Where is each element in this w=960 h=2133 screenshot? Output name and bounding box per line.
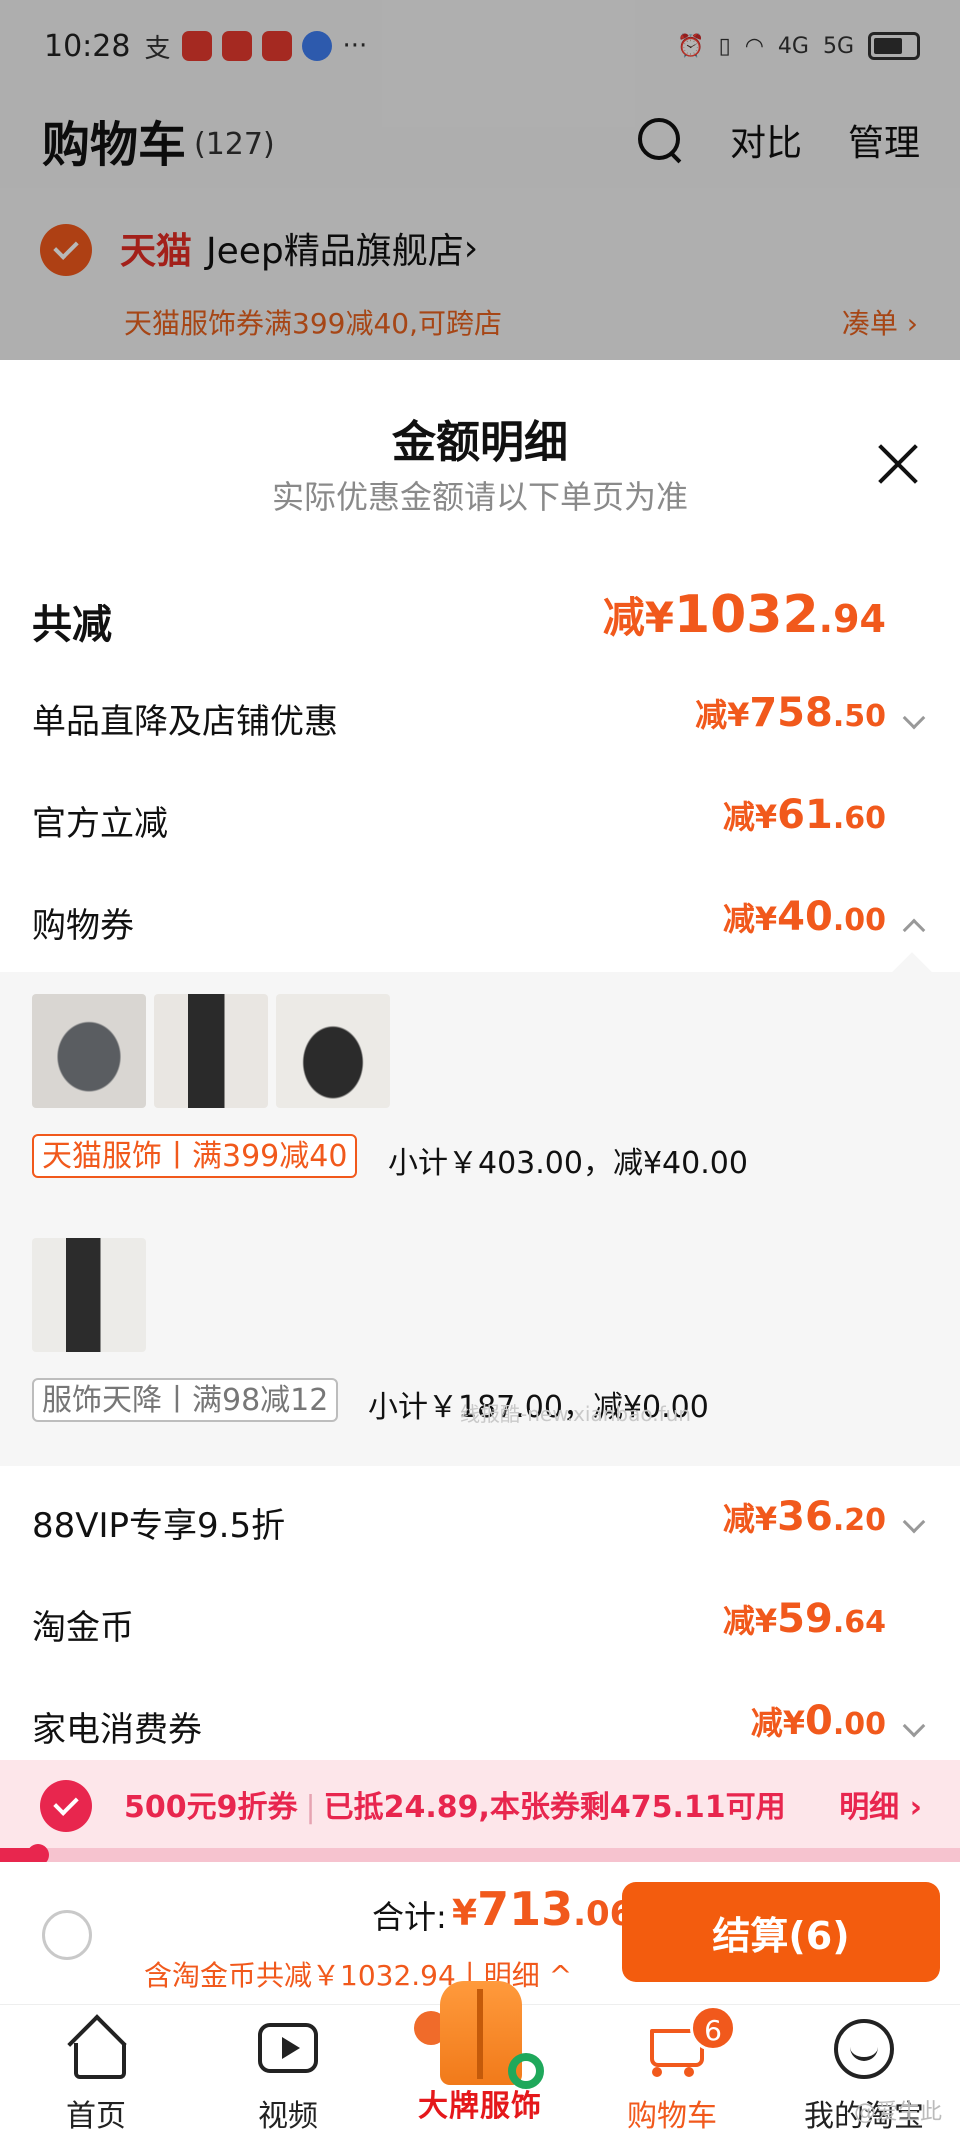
discount-row-official: 官方立减 减¥61.60: [0, 774, 960, 864]
tab-brand-apparel[interactable]: 大牌服饰: [400, 1981, 560, 2133]
product-thumb-hat[interactable]: [32, 994, 146, 1108]
more-notifications-icon: ···: [342, 31, 368, 61]
app-notification-icon: [262, 31, 293, 61]
total-discount-label: 共减: [32, 602, 112, 648]
row-label: 官方立减: [32, 804, 168, 844]
bottom-tab-bar: 首页 视频 大牌服饰 6 购物车 我的淘宝: [0, 1981, 960, 2133]
corner-watermark: @爱生此: [853, 2100, 942, 2125]
total-label: 合计:: [372, 1898, 447, 1936]
shop-link[interactable]: 天猫 Jeep精品旗舰店 ›: [120, 222, 478, 274]
shop-name: Jeep精品旗舰店: [206, 231, 464, 272]
coupon-tag: 服饰天降丨满98减12: [32, 1378, 339, 1422]
alipay-icon: 支: [144, 33, 171, 64]
row-amount: 减¥0.00: [750, 1698, 886, 1744]
discount-row-appliance[interactable]: 家电消费券 减¥0.00: [0, 1680, 960, 1770]
coupon-tag: 天猫服饰丨满399减40: [32, 1134, 358, 1178]
promo-detail-link[interactable]: 明细 ›: [839, 1782, 922, 1826]
promo-coupon-checkbox[interactable]: [40, 1780, 92, 1832]
watermark: 线报酷-new.xianbao.fun: [460, 1402, 691, 1426]
row-amount: 减¥758.50: [695, 690, 886, 736]
discount-row-coupon[interactable]: 购物券 减¥40.00: [0, 876, 960, 966]
discount-row-coins: 淘金币 减¥59.64: [0, 1578, 960, 1668]
row-label: 单品直降及店铺优惠: [32, 702, 338, 742]
tab-video[interactable]: 视频: [208, 2005, 368, 2133]
wifi-icon: ◠: [744, 33, 764, 59]
home-icon: [70, 2021, 126, 2079]
cart-badge: 6: [690, 2005, 736, 2051]
product-thumb-neck-warmer[interactable]: [276, 994, 390, 1108]
battery-icon: [868, 32, 920, 60]
sheet-subtitle: 实际优惠金额请以下单页为准: [271, 478, 688, 516]
chevron-down-icon: [902, 1510, 926, 1534]
app-notification-icon: [182, 31, 213, 61]
tab-label: 大牌服饰: [418, 2089, 542, 2124]
coupon-subtotal: 小计￥403.00，减¥40.00: [388, 1146, 748, 1181]
shop-select-checkbox[interactable]: [40, 224, 92, 276]
page-title: 购物车: [42, 117, 187, 173]
sheet-title: 金额明细: [392, 417, 568, 468]
row-amount: 减¥40.00: [722, 894, 886, 940]
tab-label: 首页: [66, 2099, 126, 2133]
tab-label: 购物车: [627, 2099, 717, 2133]
status-time: 10:28: [44, 28, 131, 64]
product-thumb-skirt[interactable]: [32, 1238, 146, 1352]
tmall-notification-icon: [222, 31, 253, 61]
status-bar: 10:28 支 ··· ⏰ ▯ ◠ 4G 5G: [0, 0, 960, 92]
cart-page-background: 10:28 支 ··· ⏰ ▯ ◠ 4G 5G 购物车 (127) 对比 管理 …: [0, 0, 960, 360]
promo-text: 500元9折券 | 已抵24.89,本张券剩475.11可用: [124, 1790, 786, 1825]
row-label: 淘金币: [32, 1608, 134, 1648]
search-icon[interactable]: [636, 116, 684, 164]
chevron-right-icon: ›: [463, 227, 479, 269]
chevron-down-icon: [902, 706, 926, 730]
compare-button[interactable]: 对比: [730, 114, 802, 166]
checkout-button[interactable]: 结算(6): [622, 1882, 940, 1982]
manage-button[interactable]: 管理: [848, 114, 920, 166]
row-label: 88VIP专享9.5折: [32, 1506, 286, 1546]
tab-cart[interactable]: 6 购物车: [592, 2005, 752, 2133]
video-icon: [258, 2023, 318, 2073]
discount-row-88vip[interactable]: 88VIP专享9.5折 减¥36.20: [0, 1476, 960, 1566]
signal-5g-icon: 5G: [822, 33, 854, 59]
alarm-icon: ⏰: [677, 33, 705, 59]
tmall-logo: 天猫: [120, 231, 193, 272]
discount-row-store[interactable]: 单品直降及店铺优惠 减¥758.50: [0, 672, 960, 762]
tab-label: 视频: [258, 2099, 318, 2133]
vibrate-icon: ▯: [718, 33, 731, 59]
close-icon[interactable]: [876, 442, 920, 486]
row-amount: 减¥59.64: [722, 1596, 886, 1642]
coupon-progress-bar: [0, 1844, 960, 1866]
select-all-checkbox[interactable]: [42, 1910, 92, 1960]
shop-coupon-text: 天猫服饰券满399减40,可跨店: [124, 307, 502, 340]
signal-4g-icon: 4G: [777, 33, 809, 59]
row-amount: 减¥36.20: [722, 1494, 886, 1540]
total-discount-amount: 减¥1032.94: [602, 585, 886, 645]
total-price: ¥713.06: [452, 1882, 634, 1936]
coupon-breakdown-panel: 天猫服饰丨满399减40 小计￥403.00，减¥40.00 服饰天降丨满98减…: [0, 952, 960, 1466]
status-icons: ⏰ ▯ ◠ 4G 5G: [677, 32, 920, 60]
coupon-promo-bar: 500元9折券 | 已抵24.89,本张券剩475.11可用 明细 ›: [0, 1760, 960, 1848]
row-amount: 减¥61.60: [722, 792, 886, 838]
browser-notification-icon: [302, 31, 333, 61]
tab-home[interactable]: 首页: [16, 2005, 176, 2133]
cart-count: (127): [194, 126, 275, 162]
row-label: 家电消费券: [32, 1710, 202, 1750]
chevron-down-icon: [902, 1714, 926, 1738]
product-thumb-skirt[interactable]: [154, 994, 268, 1108]
row-label: 购物券: [32, 906, 134, 946]
smile-face-icon: [834, 2019, 894, 2079]
add-items-link[interactable]: 凑单 ›: [842, 302, 918, 342]
chevron-up-icon: [902, 918, 926, 942]
cart-header: 购物车 (127) 对比 管理: [0, 92, 960, 188]
